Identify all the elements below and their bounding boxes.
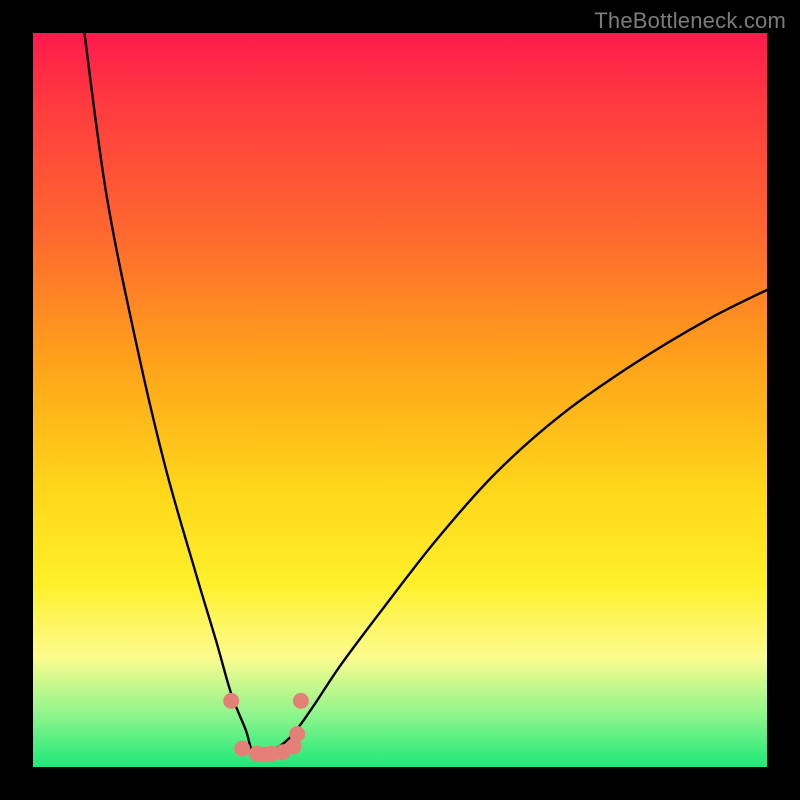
data-point (293, 693, 309, 709)
chart-svg-layer (33, 33, 767, 767)
watermark-text: TheBottleneck.com (594, 8, 786, 34)
data-point (223, 693, 239, 709)
data-point (234, 741, 250, 757)
chart-frame: TheBottleneck.com (0, 0, 800, 800)
data-points-group (223, 693, 309, 763)
data-point (289, 726, 305, 742)
bottleneck-curve (84, 33, 767, 755)
